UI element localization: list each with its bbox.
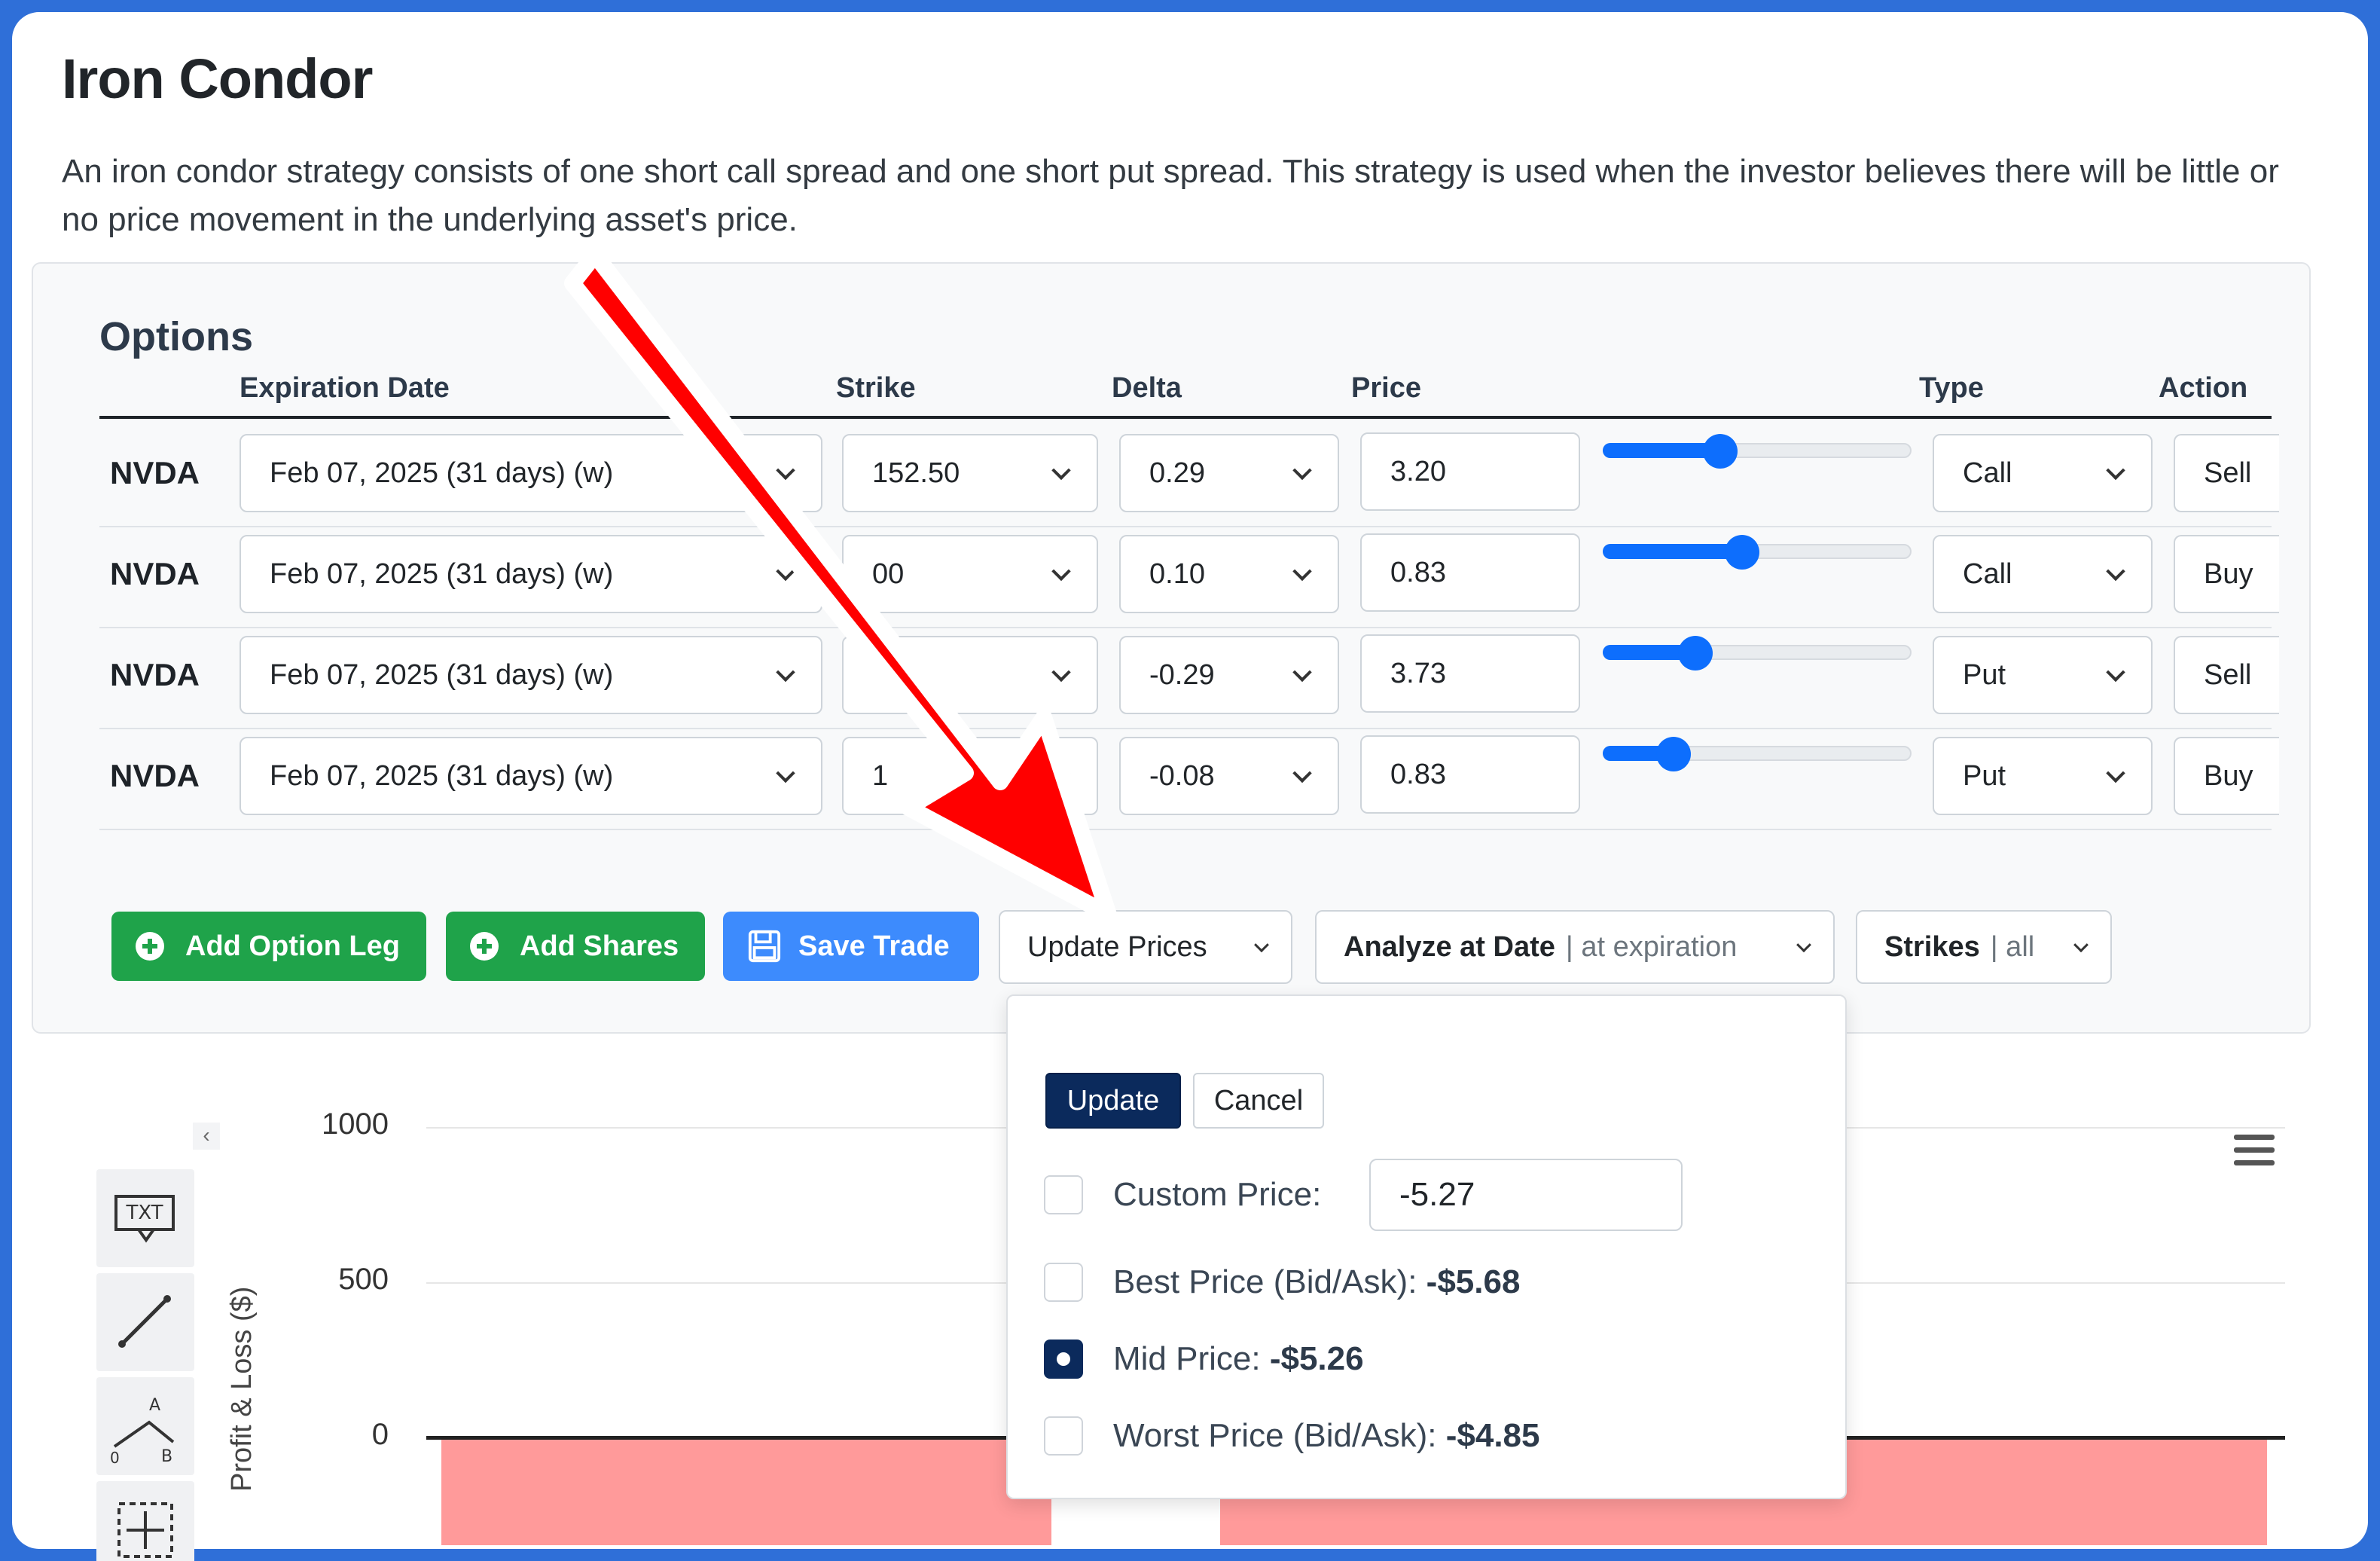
- red-arrow-annotation: [564, 246, 1117, 923]
